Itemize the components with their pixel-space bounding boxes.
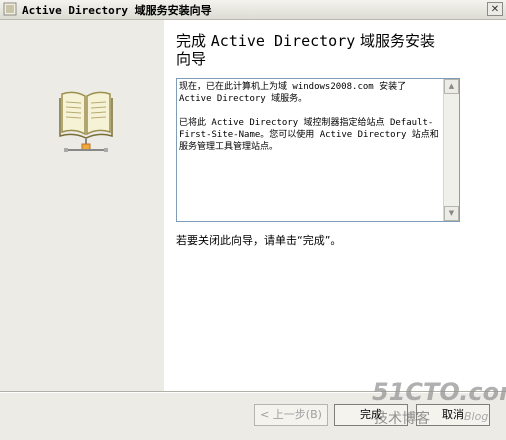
title-bar: Active Directory 域服务安装向导 ✕ [0, 0, 506, 20]
page-title: 完成 Active Directory 域服务安装向导 [176, 32, 476, 68]
watermark-tagline: 技术博客 [374, 411, 430, 427]
summary-textbox[interactable]: 现在，已在此计算机上为域 windows2008.com 安装了 Active … [176, 78, 460, 222]
wizard-sidebar [0, 20, 164, 391]
back-button[interactable]: < 上一步(B) [254, 404, 328, 426]
heading-product: Active Directory [210, 32, 356, 50]
close-button[interactable]: ✕ [487, 2, 503, 16]
heading-suffix: 域服务安装 [355, 32, 436, 50]
close-hint: 若要关闭此向导，请单击“完成”。 [176, 234, 342, 247]
open-book-network-icon [59, 91, 113, 152]
heading-line2: 向导 [176, 50, 207, 68]
scroll-down-icon[interactable]: ▼ [444, 206, 459, 221]
scroll-up-icon[interactable]: ▲ [444, 79, 459, 94]
window-title: Active Directory 域服务安装向导 [22, 4, 212, 17]
window-app-icon [3, 2, 17, 16]
heading-prefix: 完成 [176, 32, 211, 50]
watermark-blog: Blog [464, 410, 489, 423]
vertical-scrollbar[interactable]: ▲ ▼ [443, 79, 459, 221]
summary-text: 现在，已在此计算机上为域 windows2008.com 安装了 Active … [179, 82, 439, 152]
watermark-brand: 51CTO.com [372, 378, 506, 406]
